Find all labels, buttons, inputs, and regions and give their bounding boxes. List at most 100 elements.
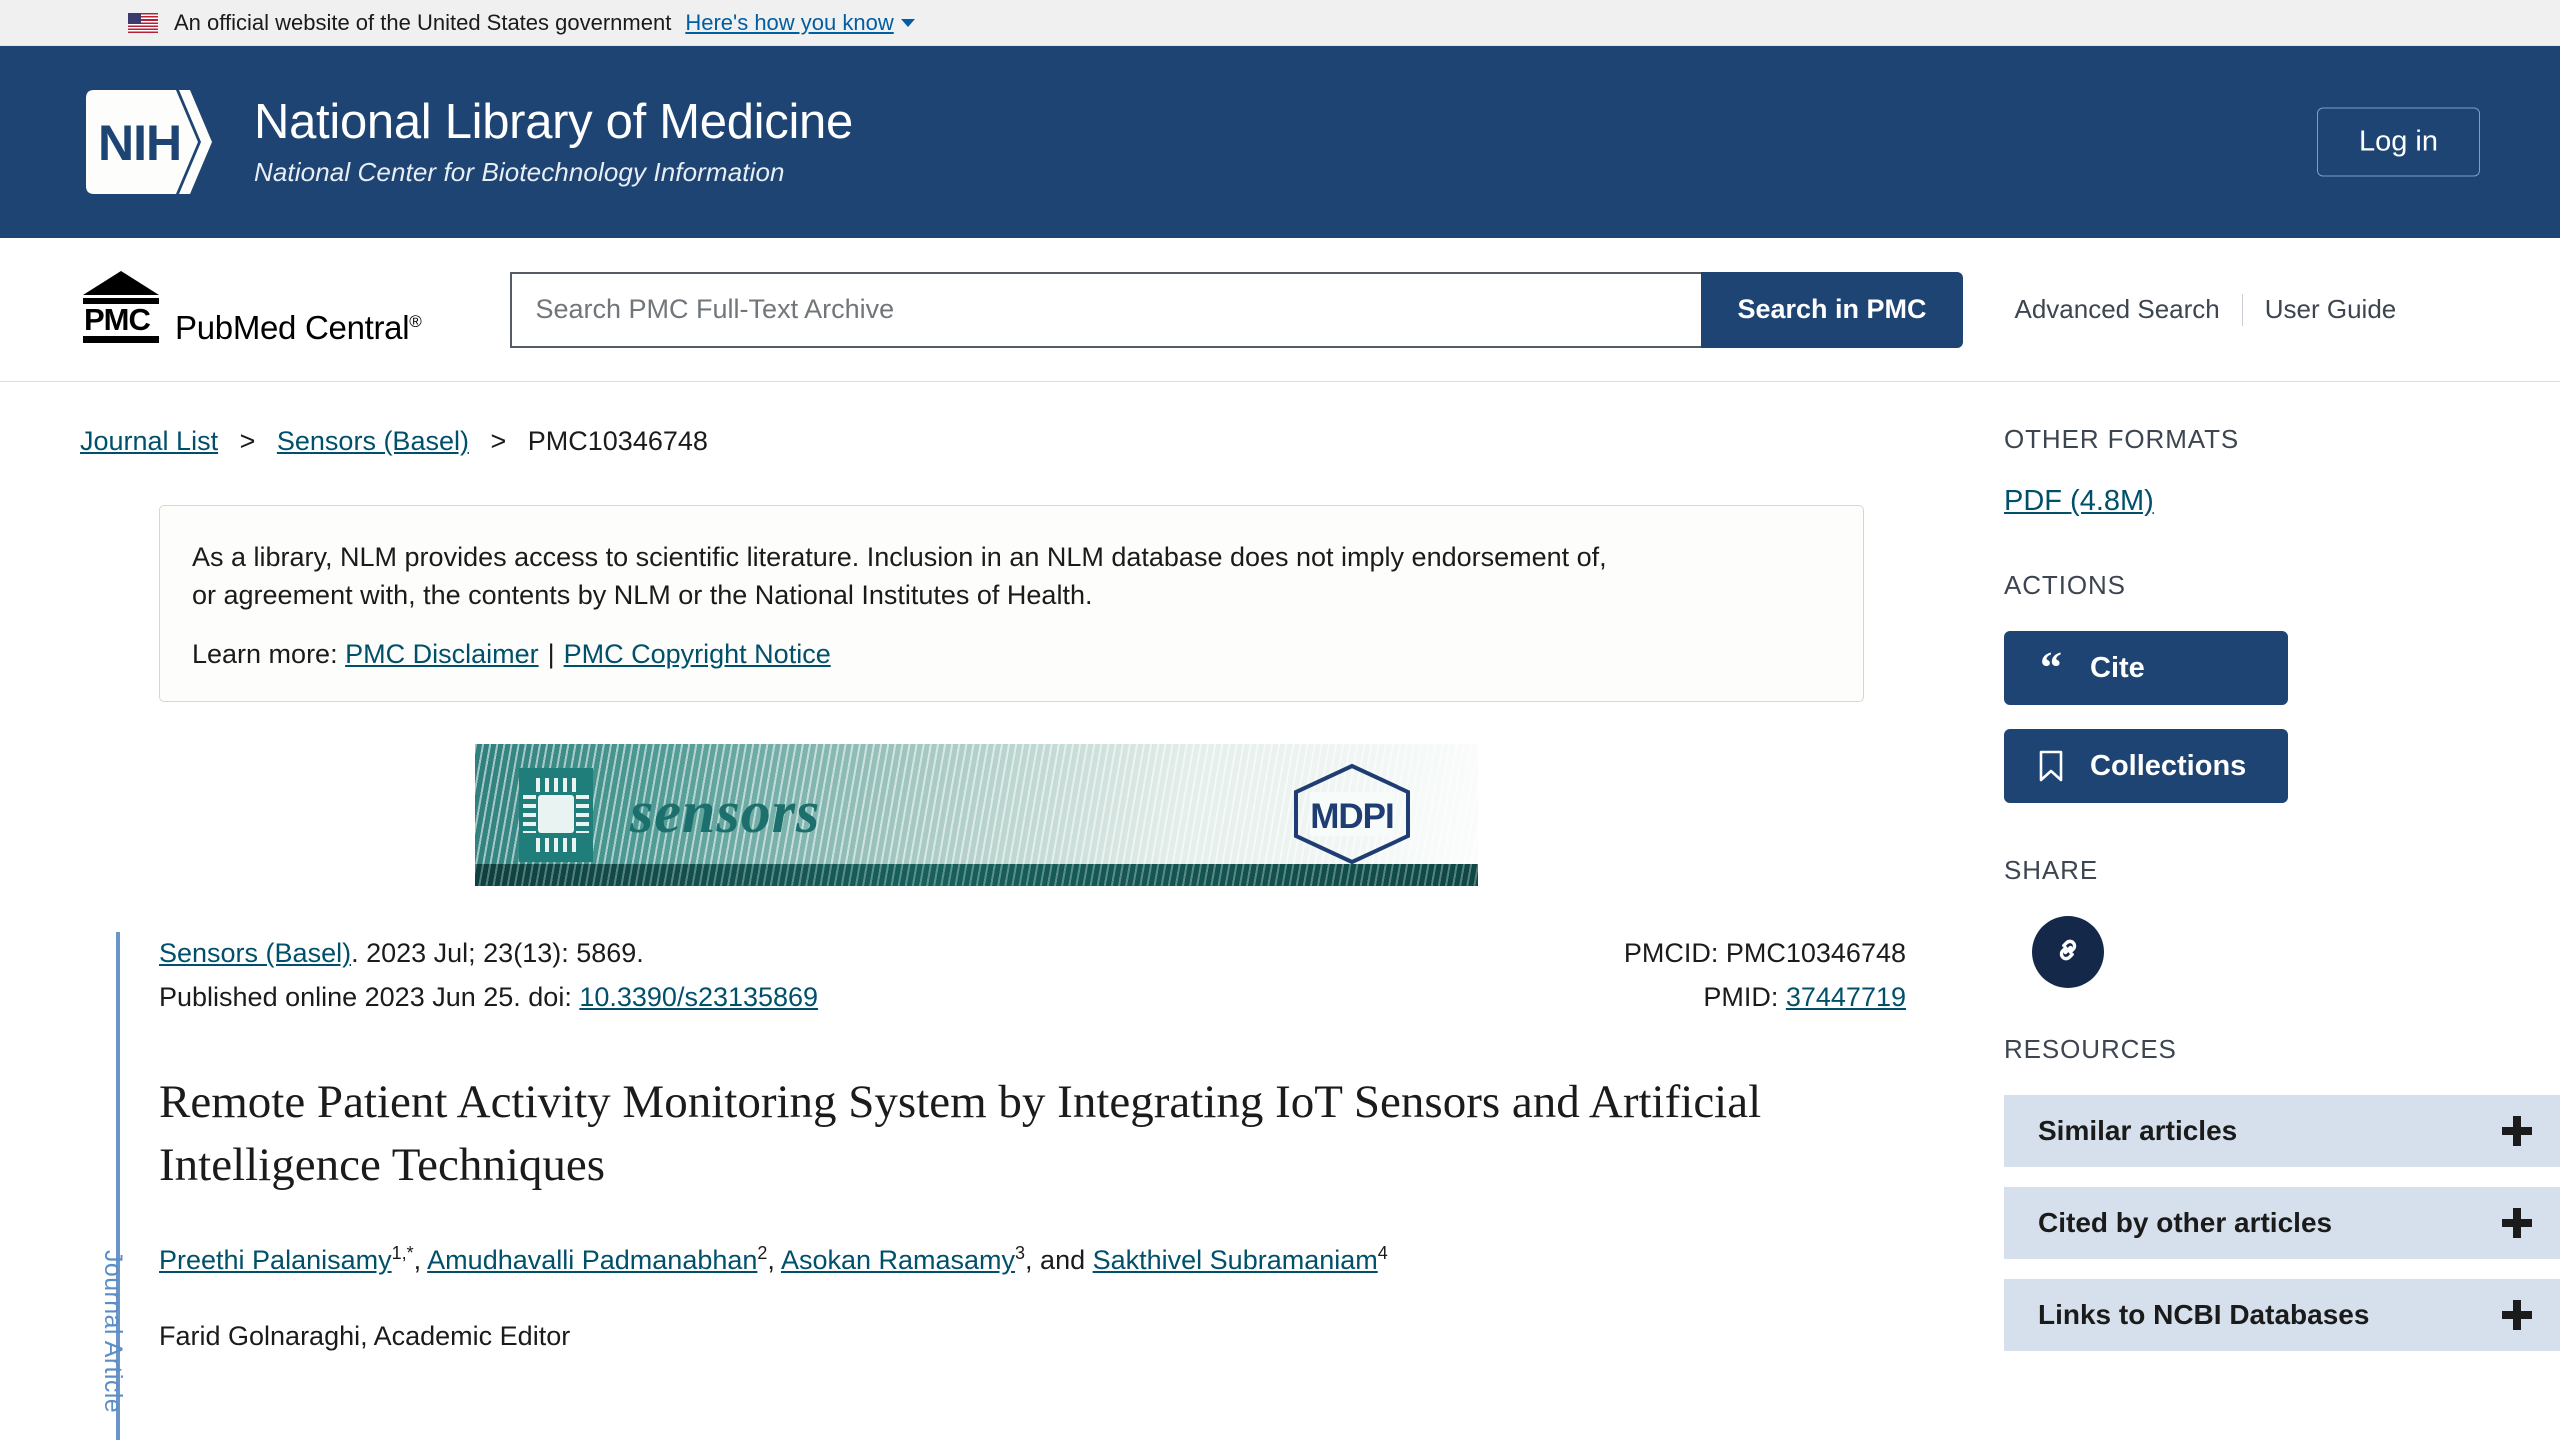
resource-row-similar-articles[interactable]: Similar articles — [2004, 1095, 2560, 1167]
cite-button[interactable]: “ Cite — [2004, 631, 2288, 705]
resource-label-similar-articles: Similar articles — [2038, 1115, 2238, 1146]
search-in-pmc-button[interactable]: Search in PMC — [1701, 271, 1963, 348]
microchip-icon — [519, 767, 593, 862]
breadcrumb-journal[interactable]: Sensors (Basel) — [277, 426, 469, 456]
author-link-2[interactable]: Amudhavalli Padmanabhan — [427, 1245, 757, 1275]
heres-how-you-know-label: Here's how you know — [685, 9, 894, 35]
author-affil-1: 1,* — [391, 1243, 414, 1264]
learn-more-prefix: Learn more: — [192, 638, 338, 669]
share-section: SHARE — [2004, 855, 2560, 988]
published-online: Published online 2023 Jun 25. doi: 10.33… — [159, 976, 818, 1020]
breadcrumb-pmcid: PMC10346748 — [527, 426, 708, 456]
breadcrumb-separator-2: > — [490, 426, 507, 456]
share-link-button[interactable] — [2032, 916, 2104, 988]
citation-row-1: Sensors (Basel). 2023 Jul; 23(13): 5869.… — [159, 932, 1922, 976]
quote-icon: “ — [2040, 642, 2062, 692]
pmid-link[interactable]: 37447719 — [1786, 982, 1906, 1012]
nih-logo-icon: NIH — [80, 88, 222, 196]
journal-name-sensors: sensors — [630, 778, 821, 845]
doi-link[interactable]: 10.3390/s23135869 — [579, 982, 818, 1012]
page-title: Remote Patient Activity Monitoring Syste… — [159, 1076, 1762, 1191]
citation-detail: . 2023 Jul; 23(13): 5869. — [351, 937, 644, 968]
gov-banner-text: An official website of the United States… — [174, 9, 672, 35]
pmc-registered-mark: ® — [409, 312, 422, 331]
other-formats-section: OTHER FORMATS PDF (4.8M) — [2004, 424, 2560, 518]
svg-text:PMC: PMC — [84, 302, 151, 337]
disclaimer-learn-more: Learn more: PMC Disclaimer | PMC Copyright… — [192, 635, 1831, 673]
login-button[interactable]: Log in — [2316, 107, 2480, 177]
resource-row-cited-by[interactable]: Cited by other articles — [2004, 1187, 2560, 1259]
link-chain-icon — [2050, 932, 2086, 973]
pmid-label: PMID: — [1703, 981, 1779, 1012]
citation-source: Sensors (Basel). 2023 Jul; 23(13): 5869. — [159, 932, 644, 976]
pmc-logo[interactable]: PMC PubMed Central® — [80, 269, 422, 350]
sidebar: OTHER FORMATS PDF (4.8M) ACTIONS “ Cite … — [1922, 382, 2560, 1403]
bookmark-icon — [2034, 750, 2068, 782]
journal-article-label: Journal Article — [99, 1249, 127, 1414]
mdpi-logo-icon: MDPI — [1286, 762, 1418, 866]
pmc-disclaimer-link[interactable]: PMC Disclaimer — [345, 639, 539, 669]
search-box: Search in PMC — [509, 271, 1963, 348]
us-flag-icon — [128, 12, 158, 33]
breadcrumb-journal-list[interactable]: Journal List — [80, 426, 218, 456]
share-heading: SHARE — [2004, 855, 2099, 885]
pmid-row: PMID: 37447719 — [1703, 976, 1922, 1020]
actions-section: ACTIONS “ Cite Collections — [2004, 570, 2560, 803]
journal-banner[interactable]: sensors MDPI — [475, 743, 1478, 886]
actions-heading: ACTIONS — [2004, 570, 2126, 600]
svg-text:MDPI: MDPI — [1310, 797, 1394, 836]
resource-label-cited-by: Cited by other articles — [2038, 1207, 2333, 1238]
disclaimer-line-1: As a library, NLM provides access to sci… — [192, 542, 1607, 572]
collections-button[interactable]: Collections — [2004, 729, 2288, 803]
plus-icon[interactable] — [2502, 1300, 2532, 1330]
author-sep-1: , — [413, 1245, 428, 1276]
author-link-1[interactable]: Preethi Palanisamy — [159, 1245, 392, 1275]
pmc-pediment-icon: PMC — [80, 269, 162, 350]
disclaimer-line-2: or agreement with, the contents by NLM o… — [192, 580, 1093, 611]
author-sep-2: , — [767, 1245, 781, 1276]
plus-icon[interactable] — [2502, 1208, 2532, 1238]
nih-logo[interactable]: NIH National Library of Medicine Nationa… — [80, 88, 853, 196]
page-body: Journal List > Sensors (Basel) > PMC1034… — [0, 382, 2560, 1440]
breadcrumb-separator-1: > — [239, 426, 256, 456]
nih-title: National Library of Medicine — [254, 95, 853, 150]
heres-how-you-know-link[interactable]: Here's how you know — [685, 10, 893, 36]
svg-text:NIH: NIH — [98, 115, 181, 171]
resource-row-ncbi-links[interactable]: Links to NCBI Databases — [2004, 1279, 2560, 1351]
main-column: Journal List > Sensors (Basel) > PMC1034… — [80, 382, 1922, 1440]
other-formats-heading: OTHER FORMATS — [2004, 424, 2240, 454]
search-bar-links: Advanced Search User Guide — [2015, 293, 2397, 326]
search-input[interactable] — [509, 271, 1702, 348]
author-sep-3: , and — [1025, 1245, 1093, 1276]
published-prefix: Published online 2023 Jun 25. doi: — [159, 981, 572, 1012]
pdf-download-link[interactable]: PDF (4.8M) — [2004, 485, 2154, 518]
nih-header: NIH National Library of Medicine Nationa… — [0, 46, 2560, 238]
journal-link[interactable]: Sensors (Basel) — [159, 938, 351, 968]
plus-icon[interactable] — [2502, 1116, 2532, 1146]
citation-row-2: Published online 2023 Jun 25. doi: 10.33… — [159, 976, 1922, 1020]
pmc-copyright-notice-link[interactable]: PMC Copyright Notice — [564, 639, 831, 669]
pmc-search-bar: PMC PubMed Central® Search in PMC Advanc… — [0, 238, 2560, 382]
article-block: Journal Article Sensors (Basel). 2023 Ju… — [80, 931, 1922, 1440]
author-link-3[interactable]: Asokan Ramasamy — [781, 1245, 1015, 1275]
author-link-4[interactable]: Sakthivel Subramaniam — [1093, 1245, 1378, 1275]
breadcrumb: Journal List > Sensors (Basel) > PMC1034… — [80, 426, 1922, 457]
author-affil-4: 4 — [1377, 1243, 1388, 1264]
journal-banner-footer-stripe — [475, 863, 1478, 886]
resources-section: RESOURCES Similar articles Cited by othe… — [2004, 1034, 2560, 1351]
academic-editor: Farid Golnaraghi, Academic Editor — [159, 1320, 571, 1351]
nih-subtitle: National Center for Biotechnology Inform… — [254, 156, 785, 187]
author-list: Preethi Palanisamy1,*, Amudhavalli Padma… — [159, 1240, 1922, 1281]
chevron-down-icon[interactable] — [900, 18, 915, 27]
author-affil-3: 3 — [1015, 1243, 1026, 1264]
pmc-wordmark: PubMed Central® — [175, 311, 422, 350]
links-divider — [2241, 293, 2243, 326]
nlm-disclaimer-box: As a library, NLM provides access to sci… — [159, 505, 1864, 702]
author-affil-2: 2 — [757, 1243, 768, 1264]
pmcid-value: PMCID: PMC10346748 — [1623, 937, 1906, 968]
advanced-search-link[interactable]: Advanced Search — [2015, 294, 2220, 325]
user-guide-link[interactable]: User Guide — [2265, 294, 2397, 325]
cite-button-label: Cite — [2090, 651, 2145, 684]
pmc-wordmark-name: PubMed Central — [175, 309, 410, 346]
disclaimer-divider: | — [547, 638, 555, 669]
